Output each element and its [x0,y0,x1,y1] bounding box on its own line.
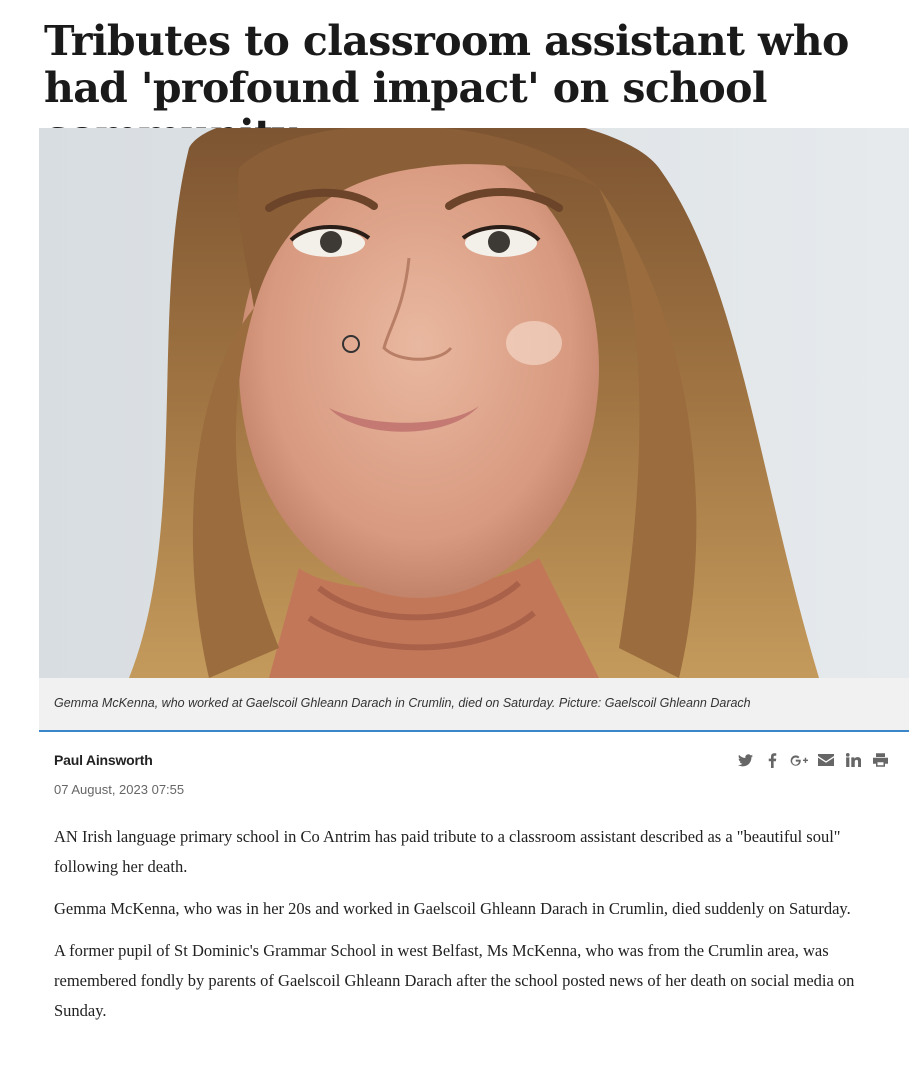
print-icon[interactable] [871,752,889,768]
linkedin-icon[interactable] [844,752,862,768]
twitter-icon[interactable] [736,752,754,768]
share-bar [736,752,889,768]
email-icon[interactable] [817,752,835,768]
publish-date: 07 August, 2023 07:55 [54,782,185,797]
paragraph: AN Irish language primary school in Co A… [54,827,841,876]
photo-caption: Gemma McKenna, who worked at Gaelscoil G… [54,696,751,710]
article-body: AN Irish language primary school in Co A… [54,822,904,1038]
author-name[interactable]: Paul Ainsworth [54,752,153,768]
google-plus-icon[interactable] [790,752,808,768]
paragraph: Gemma McKenna, who was in her 20s and wo… [54,899,851,918]
facebook-icon[interactable] [763,752,781,768]
paragraph: A former pupil of St Dominic's Grammar S… [54,941,855,1020]
byline: Paul Ainsworth 07 August, 2023 07:55 [54,752,894,802]
article-photo [39,128,909,678]
photo-caption-box: Gemma McKenna, who worked at Gaelscoil G… [39,678,909,732]
